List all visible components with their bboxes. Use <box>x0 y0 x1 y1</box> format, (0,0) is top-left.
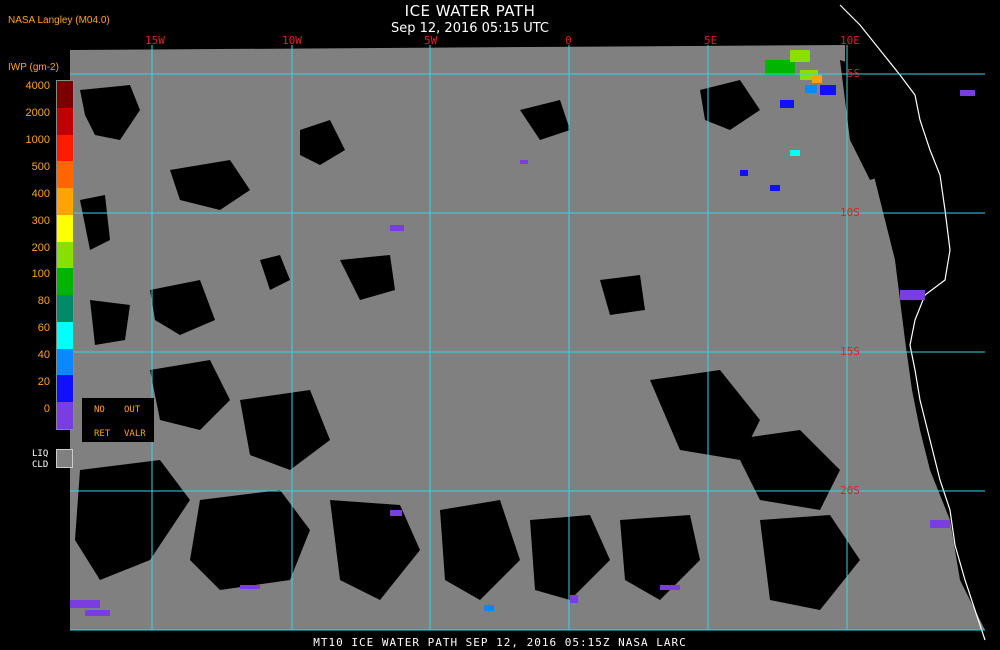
liquid-label-line1: LIQ <box>32 449 49 459</box>
lon-label: 15W <box>145 34 165 47</box>
map-title: ICE WATER PATH <box>404 2 536 20</box>
colorbar-tick-label: 80 <box>37 295 50 308</box>
colorbar-cell <box>57 161 73 189</box>
colorbar-tick-label: 1000 <box>25 133 50 146</box>
colorbar-tick-label: 300 <box>31 214 50 227</box>
lat-label: 20S <box>840 484 860 497</box>
colorbar-tick-label: 200 <box>31 241 50 254</box>
colorbar-tick-label: 4000 <box>25 80 50 92</box>
colorbar-cell <box>57 134 73 162</box>
colorbar-cell <box>57 402 73 429</box>
colorbar-cell <box>57 321 73 349</box>
colorbar-tick-label: 60 <box>37 322 50 335</box>
colorbar-tick-label: 20 <box>37 376 50 389</box>
colorbar-title: IWP (gm-2) <box>8 62 59 73</box>
map-canvas <box>70 4 986 641</box>
liquid-label-line2: CLD <box>32 460 49 470</box>
legend-ret: RET <box>94 429 111 439</box>
colorbar-cell <box>57 214 73 242</box>
colorbar-cell <box>57 81 73 108</box>
lon-label: 10W <box>282 34 302 47</box>
colorbar-cell <box>57 241 73 269</box>
lat-label: 15S <box>840 345 860 358</box>
colorbar-cell <box>57 348 73 376</box>
colorbar-cell <box>57 295 73 322</box>
liquid-cloud-label: LIQ CLD <box>32 449 48 471</box>
map-timestamp: Sep 12, 2016 05:15 UTC <box>390 21 550 36</box>
legend-out: OUT <box>124 405 141 415</box>
colorbar-tick-label: 40 <box>37 349 50 362</box>
footer-caption: MT10 ICE WATER PATH SEP 12, 2016 05:15Z … <box>313 636 687 649</box>
colorbar-tick-label: 400 <box>31 187 50 200</box>
lon-label: 5E <box>704 34 718 47</box>
colorbar-tick-label: 2000 <box>25 106 50 119</box>
status-legend: NO OUT RET VALR <box>82 398 154 442</box>
legend-no: NO <box>94 405 105 415</box>
colorbar-cell <box>57 107 73 135</box>
colorbar <box>56 80 74 430</box>
colorbar-tick-label: 100 <box>31 268 50 281</box>
colorbar-tick-label: 0 <box>43 403 50 416</box>
legend-valr: VALR <box>124 429 146 439</box>
colorbar-cell <box>57 375 73 403</box>
colorbar-tick-label: 500 <box>31 160 50 173</box>
colorbar-cell <box>57 268 73 296</box>
lat-label: 5S <box>847 67 861 80</box>
liquid-cloud-swatch <box>56 449 73 468</box>
lon-label: 5W <box>424 34 438 47</box>
colorbar-cell <box>57 188 73 215</box>
lon-label: 0 <box>565 34 572 47</box>
lon-label: 10E <box>840 34 860 47</box>
lat-label: 10S <box>840 206 860 219</box>
